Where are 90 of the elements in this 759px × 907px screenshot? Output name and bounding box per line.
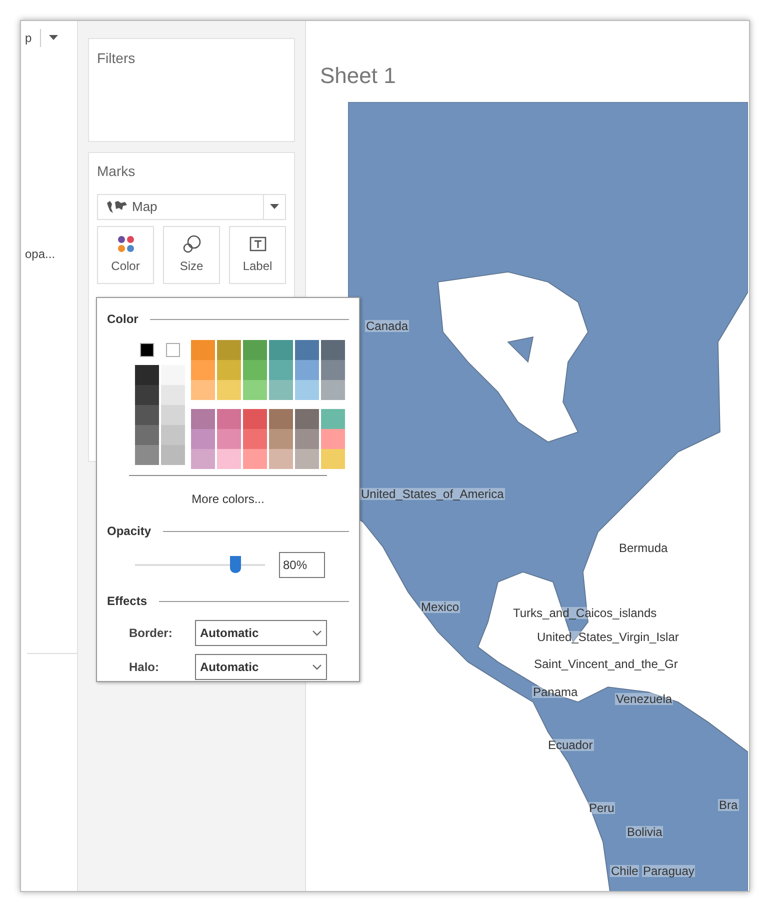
color-swatch[interactable]: [217, 360, 241, 380]
color-swatch[interactable]: [269, 360, 293, 380]
map-label: United_States_of_America: [360, 488, 505, 500]
mark-type-dropdown[interactable]: Map: [97, 194, 286, 220]
color-swatch[interactable]: [135, 425, 159, 445]
effect-dropdown[interactable]: Automatic: [195, 654, 327, 680]
marks-button[interactable]: Color: [97, 226, 154, 284]
color-swatch[interactable]: [135, 445, 159, 465]
color-swatch[interactable]: [161, 425, 185, 445]
color-swatch[interactable]: [269, 429, 293, 449]
opacity-slider[interactable]: [135, 554, 265, 576]
color-swatch[interactable]: [217, 380, 241, 400]
color-swatch[interactable]: [321, 429, 345, 449]
dots-icon: [116, 235, 134, 253]
color-swatch[interactable]: [217, 340, 241, 360]
map-label: United_States_Virgin_Islar: [536, 631, 680, 643]
map-label: Turks_and_Caicos_islands: [512, 607, 658, 619]
marks-button[interactable]: Label: [229, 226, 286, 284]
section-title: Opacity: [107, 523, 152, 540]
color-swatch[interactable]: [295, 429, 319, 449]
color-swatch[interactable]: [295, 360, 319, 380]
color-swatch[interactable]: [166, 343, 180, 357]
color-swatch[interactable]: [161, 405, 185, 425]
map-icon: [106, 200, 128, 214]
color-swatch[interactable]: [191, 409, 215, 429]
text-box-icon: [248, 235, 266, 253]
color-swatch[interactable]: [243, 360, 267, 380]
marks-button[interactable]: Size: [163, 226, 220, 284]
map-label: Saint_Vincent_and_the_Gr: [533, 658, 679, 670]
map-label: Bolivia: [626, 826, 664, 838]
circles-icon: [182, 235, 200, 253]
effect-label: Border:: [128, 625, 174, 642]
color-swatch[interactable]: [161, 445, 185, 465]
color-swatch[interactable]: [161, 365, 185, 385]
color-swatch[interactable]: [161, 385, 185, 405]
map-label: Bra: [718, 799, 739, 811]
color-swatch[interactable]: [135, 405, 159, 425]
map-label: Peru: [588, 802, 616, 814]
color-swatch[interactable]: [295, 380, 319, 400]
more-colors-button[interactable]: More colors...: [192, 490, 264, 508]
chevron-down-icon: [312, 630, 322, 636]
color-swatch[interactable]: [217, 429, 241, 449]
color-swatch[interactable]: [191, 429, 215, 449]
map-label: Chile: [610, 865, 640, 877]
color-swatch[interactable]: [321, 360, 345, 380]
color-swatch[interactable]: [243, 429, 267, 449]
color-swatch[interactable]: [243, 380, 267, 400]
dropdown-caret-icon: [48, 35, 58, 41]
color-swatch[interactable]: [191, 380, 215, 400]
slider-thumb[interactable]: [230, 556, 242, 573]
field-label: p: [25, 30, 32, 47]
dropdown-caret-icon: [270, 204, 279, 210]
opacity-field[interactable]: 80%: [279, 552, 325, 578]
map-label: Mexico: [420, 601, 460, 613]
effect-dropdown[interactable]: Automatic: [195, 620, 327, 646]
color-swatch[interactable]: [243, 409, 267, 429]
color-swatch[interactable]: [321, 449, 345, 469]
field-label: opa...: [25, 246, 56, 263]
color-swatch[interactable]: [321, 380, 345, 400]
map-label: Canada: [365, 320, 410, 332]
section-title: Color: [107, 311, 138, 328]
color-swatch[interactable]: [321, 340, 345, 360]
color-swatch[interactable]: [269, 449, 293, 469]
color-swatch[interactable]: [243, 340, 267, 360]
color-swatch[interactable]: [191, 449, 215, 469]
color-swatch[interactable]: [191, 360, 215, 380]
color-swatch[interactable]: [295, 449, 319, 469]
color-swatch[interactable]: [269, 409, 293, 429]
color-swatch[interactable]: [269, 380, 293, 400]
color-swatch[interactable]: [191, 340, 215, 360]
color-swatch[interactable]: [295, 340, 319, 360]
color-swatch[interactable]: [217, 449, 241, 469]
map-label: Venezuela: [615, 693, 674, 705]
chevron-down-icon: [312, 664, 322, 670]
effect-label: Halo:: [128, 659, 160, 676]
map-label: Panama: [532, 686, 579, 698]
color-swatch[interactable]: [269, 340, 293, 360]
color-swatch[interactable]: [217, 409, 241, 429]
color-swatch[interactable]: [135, 365, 159, 385]
color-swatch[interactable]: [243, 449, 267, 469]
sheet-title: Sheet 1: [320, 62, 397, 90]
card-title: Filters: [97, 50, 136, 66]
color-swatch[interactable]: [295, 409, 319, 429]
color-swatch[interactable]: [140, 343, 154, 357]
color-swatch[interactable]: [135, 385, 159, 405]
card-title: Marks: [97, 162, 136, 181]
section-title: Effects: [107, 593, 148, 610]
map-label: Bermuda: [618, 542, 669, 554]
map-label: Paraguay: [642, 865, 696, 877]
color-swatch[interactable]: [321, 409, 345, 429]
